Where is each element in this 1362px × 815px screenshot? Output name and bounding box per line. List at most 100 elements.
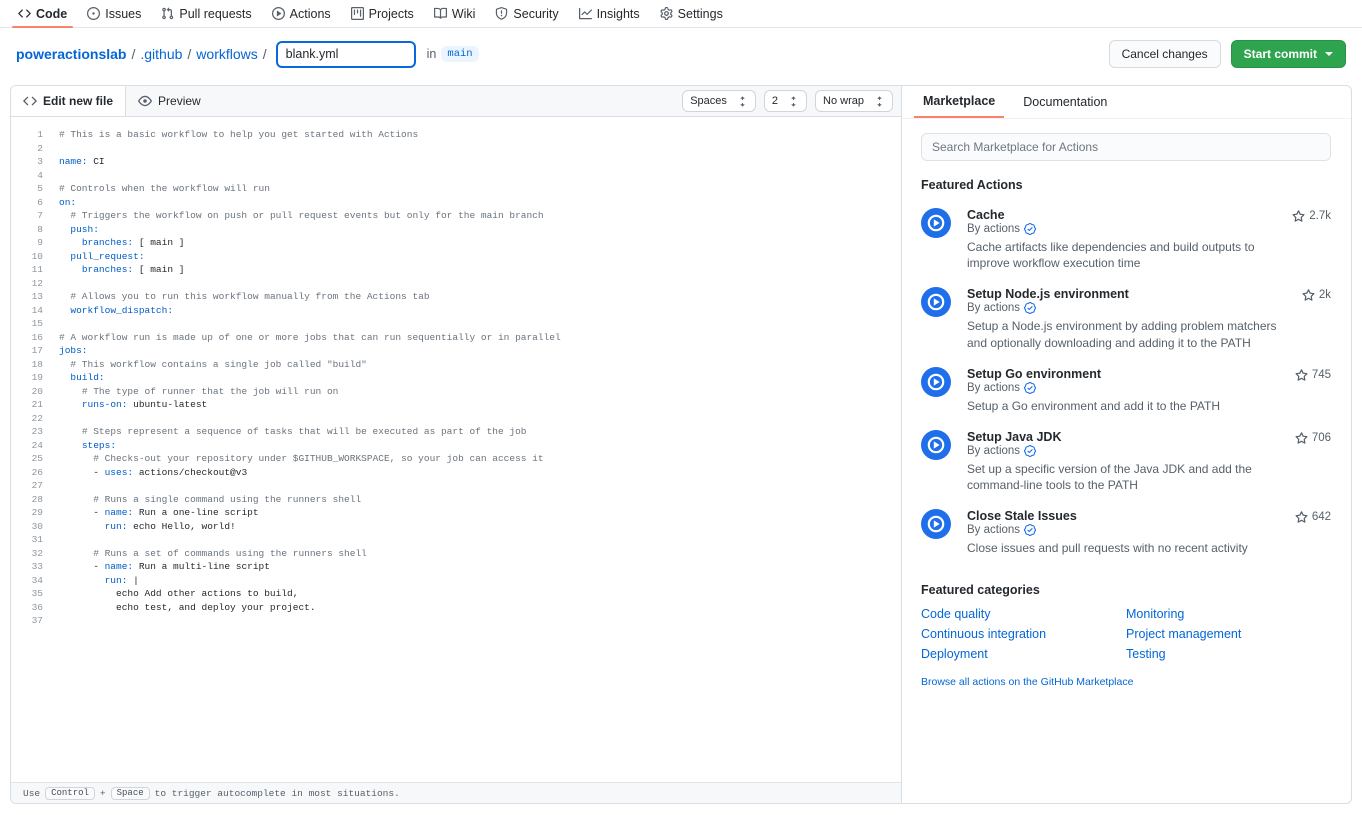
- code-line[interactable]: 11 branches: [ main ]: [11, 263, 901, 277]
- code-line[interactable]: 9 branches: [ main ]: [11, 236, 901, 250]
- breadcrumb-repo-link[interactable]: poweractionslab: [16, 46, 126, 62]
- featured-action-setup-go-environment[interactable]: Setup Go environmentBy actionsSetup a Go…: [921, 367, 1331, 414]
- code-line[interactable]: 1# This is a basic workflow to help you …: [11, 128, 901, 142]
- code-line[interactable]: 21 runs-on: ubuntu-latest: [11, 398, 901, 412]
- breadcrumb-separator: /: [263, 46, 267, 62]
- featured-action-setup-java-jdk[interactable]: Setup Java JDKBy actionsSet up a specifi…: [921, 430, 1331, 493]
- nav-item-insights[interactable]: Insights: [569, 0, 650, 27]
- code-line[interactable]: 17jobs:: [11, 344, 901, 358]
- tab-preview[interactable]: Preview: [126, 86, 213, 116]
- featured-action-close-stale-issues[interactable]: Close Stale IssuesBy actionsClose issues…: [921, 509, 1331, 556]
- code-line[interactable]: 8 push:: [11, 223, 901, 237]
- code-line[interactable]: 18 # This workflow contains a single job…: [11, 358, 901, 372]
- nav-item-security[interactable]: Security: [485, 0, 568, 27]
- code-line[interactable]: 25 # Checks-out your repository under $G…: [11, 452, 901, 466]
- nav-item-wiki[interactable]: Wiki: [424, 0, 486, 27]
- category-link-monitoring[interactable]: Monitoring: [1126, 607, 1331, 621]
- action-title[interactable]: Setup Node.js environment: [967, 287, 1292, 301]
- code-line[interactable]: 26 - uses: actions/checkout@v3: [11, 466, 901, 480]
- code-line[interactable]: 2: [11, 142, 901, 156]
- code-line[interactable]: 32 # Runs a set of commands using the ru…: [11, 547, 901, 561]
- code-line[interactable]: 15: [11, 317, 901, 331]
- code-line-text: run: |: [43, 574, 139, 588]
- code-line[interactable]: 7 # Triggers the workflow on push or pul…: [11, 209, 901, 223]
- wrap-mode-select[interactable]: No wrap: [815, 90, 893, 112]
- code-line[interactable]: 12: [11, 277, 901, 291]
- category-link-code-quality[interactable]: Code quality: [921, 607, 1126, 621]
- filename-input[interactable]: [276, 41, 416, 68]
- code-line[interactable]: 19 build:: [11, 371, 901, 385]
- browse-all-actions-link[interactable]: Browse all actions on the GitHub Marketp…: [921, 676, 1133, 688]
- tab-documentation[interactable]: Documentation: [1014, 86, 1116, 118]
- marketplace-search-input[interactable]: [921, 133, 1331, 161]
- featured-action-cache[interactable]: CacheBy actionsCache artifacts like depe…: [921, 208, 1331, 271]
- breadcrumb-separator: /: [187, 46, 191, 62]
- code-line[interactable]: 37: [11, 614, 901, 628]
- featured-action-setup-node-js-environment[interactable]: Setup Node.js environmentBy actionsSetup…: [921, 287, 1331, 350]
- issue-opened-icon: [87, 7, 100, 20]
- code-line-text: branches: [ main ]: [43, 263, 184, 277]
- category-link-continuous-integration[interactable]: Continuous integration: [921, 627, 1126, 641]
- code-line[interactable]: 36 echo test, and deploy your project.: [11, 601, 901, 615]
- tab-marketplace[interactable]: Marketplace: [914, 86, 1004, 118]
- indent-mode-select[interactable]: Spaces: [682, 90, 756, 112]
- code-editor[interactable]: 1# This is a basic workflow to help you …: [11, 117, 901, 782]
- code-line[interactable]: 4: [11, 169, 901, 183]
- code-line[interactable]: 23 # Steps represent a sequence of tasks…: [11, 425, 901, 439]
- code-line[interactable]: 5# Controls when the workflow will run: [11, 182, 901, 196]
- start-commit-button[interactable]: Start commit: [1231, 40, 1346, 68]
- category-link-deployment[interactable]: Deployment: [921, 647, 1126, 661]
- indent-size-select[interactable]: 2: [764, 90, 807, 112]
- breadcrumb-github-link[interactable]: .github: [140, 46, 182, 62]
- nav-item-pull-requests[interactable]: Pull requests: [151, 0, 261, 27]
- nav-item-label: Projects: [369, 7, 414, 21]
- action-star-count: 2k: [1302, 287, 1331, 350]
- action-title[interactable]: Setup Go environment: [967, 367, 1285, 381]
- action-title[interactable]: Cache: [967, 208, 1282, 222]
- line-number: 21: [11, 398, 43, 412]
- breadcrumb-workflows-link[interactable]: workflows: [196, 46, 257, 62]
- code-line[interactable]: 29 - name: Run a one-line script: [11, 506, 901, 520]
- code-line[interactable]: 31: [11, 533, 901, 547]
- code-line[interactable]: 10 pull_request:: [11, 250, 901, 264]
- featured-categories-heading: Featured categories: [921, 583, 1331, 597]
- nav-item-actions[interactable]: Actions: [262, 0, 341, 27]
- nav-item-projects[interactable]: Projects: [341, 0, 424, 27]
- line-number: 5: [11, 182, 43, 196]
- category-link-project-management[interactable]: Project management: [1126, 627, 1331, 641]
- nav-item-code[interactable]: Code: [8, 0, 77, 27]
- code-line[interactable]: 28 # Runs a single command using the run…: [11, 493, 901, 507]
- branch-badge[interactable]: main: [441, 46, 478, 62]
- code-line[interactable]: 22: [11, 412, 901, 426]
- line-number: 23: [11, 425, 43, 439]
- code-line[interactable]: 6on:: [11, 196, 901, 210]
- cancel-changes-button[interactable]: Cancel changes: [1109, 40, 1221, 68]
- verified-icon: [1024, 302, 1036, 314]
- code-line[interactable]: 14 workflow_dispatch:: [11, 304, 901, 318]
- code-line[interactable]: 34 run: |: [11, 574, 901, 588]
- code-line-text: on:: [43, 196, 76, 210]
- code-line[interactable]: 35 echo Add other actions to build,: [11, 587, 901, 601]
- action-play-icon: [921, 287, 951, 317]
- code-line-text: [43, 169, 59, 183]
- action-author: By actions: [967, 223, 1282, 235]
- nav-item-issues[interactable]: Issues: [77, 0, 151, 27]
- action-title[interactable]: Setup Java JDK: [967, 430, 1285, 444]
- line-number: 19: [11, 371, 43, 385]
- tab-edit-new-file[interactable]: Edit new file: [11, 86, 126, 116]
- code-line[interactable]: 20 # The type of runner that the job wil…: [11, 385, 901, 399]
- code-line[interactable]: 13 # Allows you to run this workflow man…: [11, 290, 901, 304]
- code-line[interactable]: 27: [11, 479, 901, 493]
- line-number: 32: [11, 547, 43, 561]
- nav-item-settings[interactable]: Settings: [650, 0, 733, 27]
- tab-edit-label: Edit new file: [43, 94, 113, 108]
- code-line[interactable]: 24 steps:: [11, 439, 901, 453]
- category-link-testing[interactable]: Testing: [1126, 647, 1331, 661]
- code-line[interactable]: 16# A workflow run is made up of one or …: [11, 331, 901, 345]
- sidebar-tabs: Marketplace Documentation: [902, 86, 1351, 119]
- action-star-count: 706: [1295, 430, 1331, 493]
- code-line[interactable]: 3name: CI: [11, 155, 901, 169]
- code-line[interactable]: 30 run: echo Hello, world!: [11, 520, 901, 534]
- code-line[interactable]: 33 - name: Run a multi-line script: [11, 560, 901, 574]
- action-title[interactable]: Close Stale Issues: [967, 509, 1285, 523]
